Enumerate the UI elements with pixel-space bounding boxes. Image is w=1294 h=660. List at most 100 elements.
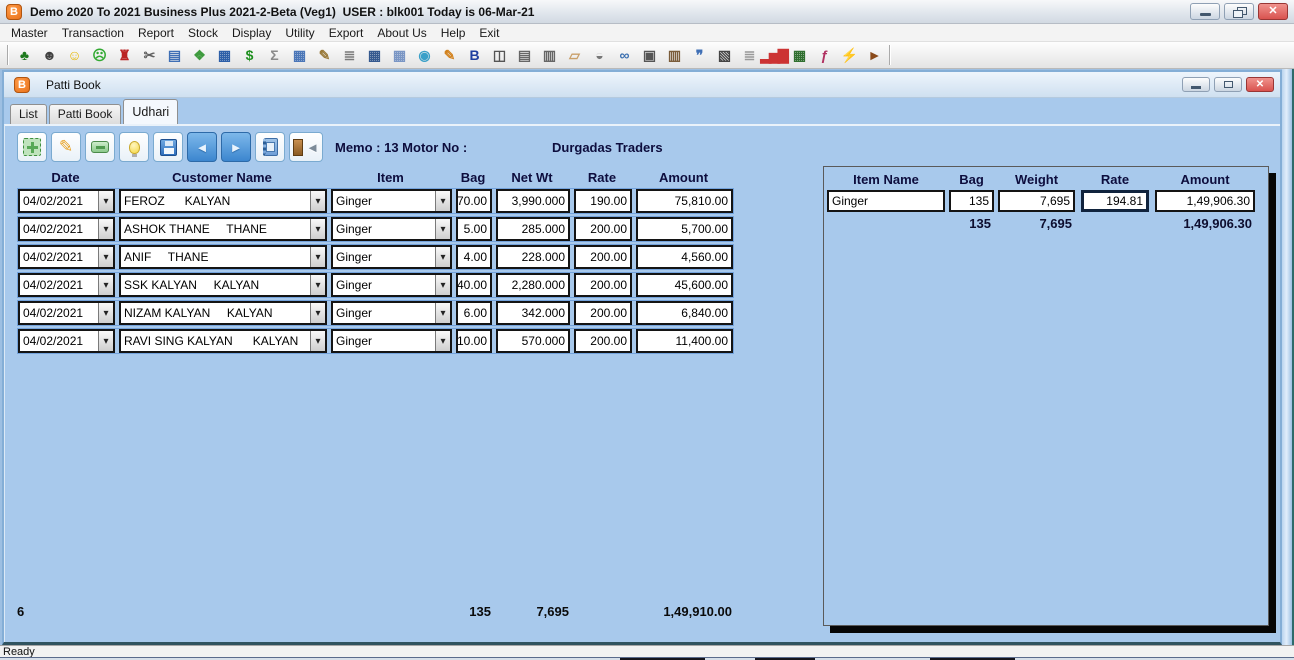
dropdown-arrow-icon[interactable] [310, 247, 325, 267]
amount-field[interactable]: 45,600.00 [636, 273, 733, 297]
customer-combobox[interactable]: FEROZ KALYAN [119, 189, 327, 213]
customer-combobox[interactable]: SSK KALYAN KALYAN [119, 273, 327, 297]
child-close-button[interactable] [1246, 77, 1274, 92]
form-edit-icon[interactable]: ▤ [161, 44, 186, 66]
glasses-icon[interactable]: ∞ [611, 44, 636, 66]
add-button[interactable] [17, 132, 47, 162]
menu-exit[interactable]: Exit [472, 24, 506, 42]
mask-icon[interactable]: ♜ [111, 44, 136, 66]
next-button[interactable]: ► [221, 132, 251, 162]
restore-button[interactable] [1224, 3, 1254, 20]
rate-field[interactable]: 200.00 [574, 217, 632, 241]
rate-field[interactable]: 190.00 [574, 189, 632, 213]
book-x-icon[interactable]: ▧ [711, 44, 736, 66]
dropdown-arrow-icon[interactable] [435, 303, 450, 323]
dropdown-arrow-icon[interactable] [98, 219, 113, 239]
cabinet-add-icon[interactable]: ▥ [661, 44, 686, 66]
dropdown-arrow-icon[interactable] [98, 331, 113, 351]
menu-about-us[interactable]: About Us [370, 24, 433, 42]
edit-button[interactable] [51, 132, 81, 162]
formula-icon[interactable]: Σ [261, 44, 286, 66]
menu-transaction[interactable]: Transaction [55, 24, 131, 42]
person-hat-icon[interactable]: ☻ [36, 44, 61, 66]
nodes-add-icon[interactable]: ❖ [186, 44, 211, 66]
net-wt-field[interactable]: 342.000 [496, 301, 570, 325]
close-button[interactable] [1258, 3, 1288, 20]
tab-udhari[interactable]: Udhari [123, 99, 178, 124]
dropdown-arrow-icon[interactable] [435, 331, 450, 351]
amount-field[interactable]: 4,560.00 [636, 245, 733, 269]
hint-button[interactable] [119, 132, 149, 162]
database-clock-icon[interactable]: ◒ [586, 44, 611, 66]
ruler-pencil-icon[interactable]: ✎ [311, 44, 336, 66]
tab-patti-book[interactable]: Patti Book [49, 104, 122, 124]
dropdown-arrow-icon[interactable] [98, 303, 113, 323]
dropdown-arrow-icon[interactable] [310, 191, 325, 211]
ledger-button[interactable] [255, 132, 285, 162]
exit-door-icon[interactable]: ► [861, 44, 886, 66]
item-combobox[interactable]: Ginger [331, 189, 452, 213]
tab-list[interactable]: List [10, 104, 47, 124]
bag-field[interactable]: 10.00 [456, 329, 492, 353]
rate-field[interactable]: 200.00 [574, 273, 632, 297]
dropdown-arrow-icon[interactable] [310, 275, 325, 295]
bar-chart-icon[interactable]: ▂▅▇ [761, 44, 786, 66]
bag-field[interactable]: 70.00 [456, 189, 492, 213]
menu-stock[interactable]: Stock [181, 24, 225, 42]
rate-field[interactable]: 200.00 [574, 329, 632, 353]
rate-field[interactable]: 194.81 [1081, 190, 1149, 212]
date-combobox[interactable]: 04/02/2021 [18, 189, 115, 213]
rate-field[interactable]: 200.00 [574, 245, 632, 269]
memo-edit-icon[interactable]: ✎ [436, 44, 461, 66]
date-combobox[interactable]: 04/02/2021 [18, 329, 115, 353]
menu-export[interactable]: Export [322, 24, 371, 42]
item-combobox[interactable]: Ginger [331, 273, 452, 297]
save-button[interactable] [153, 132, 183, 162]
net-wt-field[interactable]: 285.000 [496, 217, 570, 241]
menu-help[interactable]: Help [434, 24, 473, 42]
date-combobox[interactable]: 04/02/2021 [18, 245, 115, 269]
date-combobox[interactable]: 04/02/2021 [18, 301, 115, 325]
item-combobox[interactable]: Ginger [331, 329, 452, 353]
date-combobox[interactable]: 04/02/2021 [18, 273, 115, 297]
grid-icon[interactable]: ▦ [361, 44, 386, 66]
customer-combobox[interactable]: RAVI SING KALYAN KALYAN [119, 329, 327, 353]
bag-field[interactable]: 6.00 [456, 301, 492, 325]
rate-field[interactable]: 200.00 [574, 301, 632, 325]
child-maximize-button[interactable] [1214, 77, 1242, 92]
dropdown-arrow-icon[interactable] [435, 247, 450, 267]
function-icon[interactable]: ƒ [811, 44, 836, 66]
cd-truck-icon[interactable]: ◉ [411, 44, 436, 66]
table-window-icon[interactable]: ▦ [211, 44, 236, 66]
page-number-icon[interactable]: ▣ [636, 44, 661, 66]
item-combobox[interactable]: Ginger [331, 301, 452, 325]
happy-face-icon[interactable]: ☺ [61, 44, 86, 66]
net-wt-field[interactable]: 2,280.000 [496, 273, 570, 297]
calendar-icon[interactable]: ▦ [286, 44, 311, 66]
date-combobox[interactable]: 04/02/2021 [18, 217, 115, 241]
bag-field[interactable]: 40.00 [456, 273, 492, 297]
dropdown-arrow-icon[interactable] [98, 191, 113, 211]
money-bag-icon[interactable]: $ [236, 44, 261, 66]
bag-field[interactable]: 135 [949, 190, 994, 212]
running-man-icon[interactable]: ⚡ [836, 44, 861, 66]
amount-field[interactable]: 6,840.00 [636, 301, 733, 325]
item-name-field[interactable]: Ginger [827, 190, 945, 212]
sad-face-icon[interactable]: ☹ [86, 44, 111, 66]
page-one-icon[interactable]: ▤ [511, 44, 536, 66]
database-copy-icon[interactable]: ≣ [336, 44, 361, 66]
dropdown-arrow-icon[interactable] [310, 331, 325, 351]
bold-icon[interactable]: B [461, 44, 486, 66]
scissors-icon[interactable]: ✂ [136, 44, 161, 66]
menu-master[interactable]: Master [4, 24, 55, 42]
amount-field[interactable]: 11,400.00 [636, 329, 733, 353]
grid-alt-icon[interactable]: ▦ [386, 44, 411, 66]
server-copy-icon[interactable]: ≣ [736, 44, 761, 66]
customer-combobox[interactable]: ASHOK THANE THANE [119, 217, 327, 241]
previous-button[interactable]: ◄ [187, 132, 217, 162]
net-wt-field[interactable]: 570.000 [496, 329, 570, 353]
page-12-icon[interactable]: ▥ [536, 44, 561, 66]
minimize-button[interactable] [1190, 3, 1220, 20]
dropdown-arrow-icon[interactable] [435, 191, 450, 211]
customer-combobox[interactable]: ANIF THANE [119, 245, 327, 269]
